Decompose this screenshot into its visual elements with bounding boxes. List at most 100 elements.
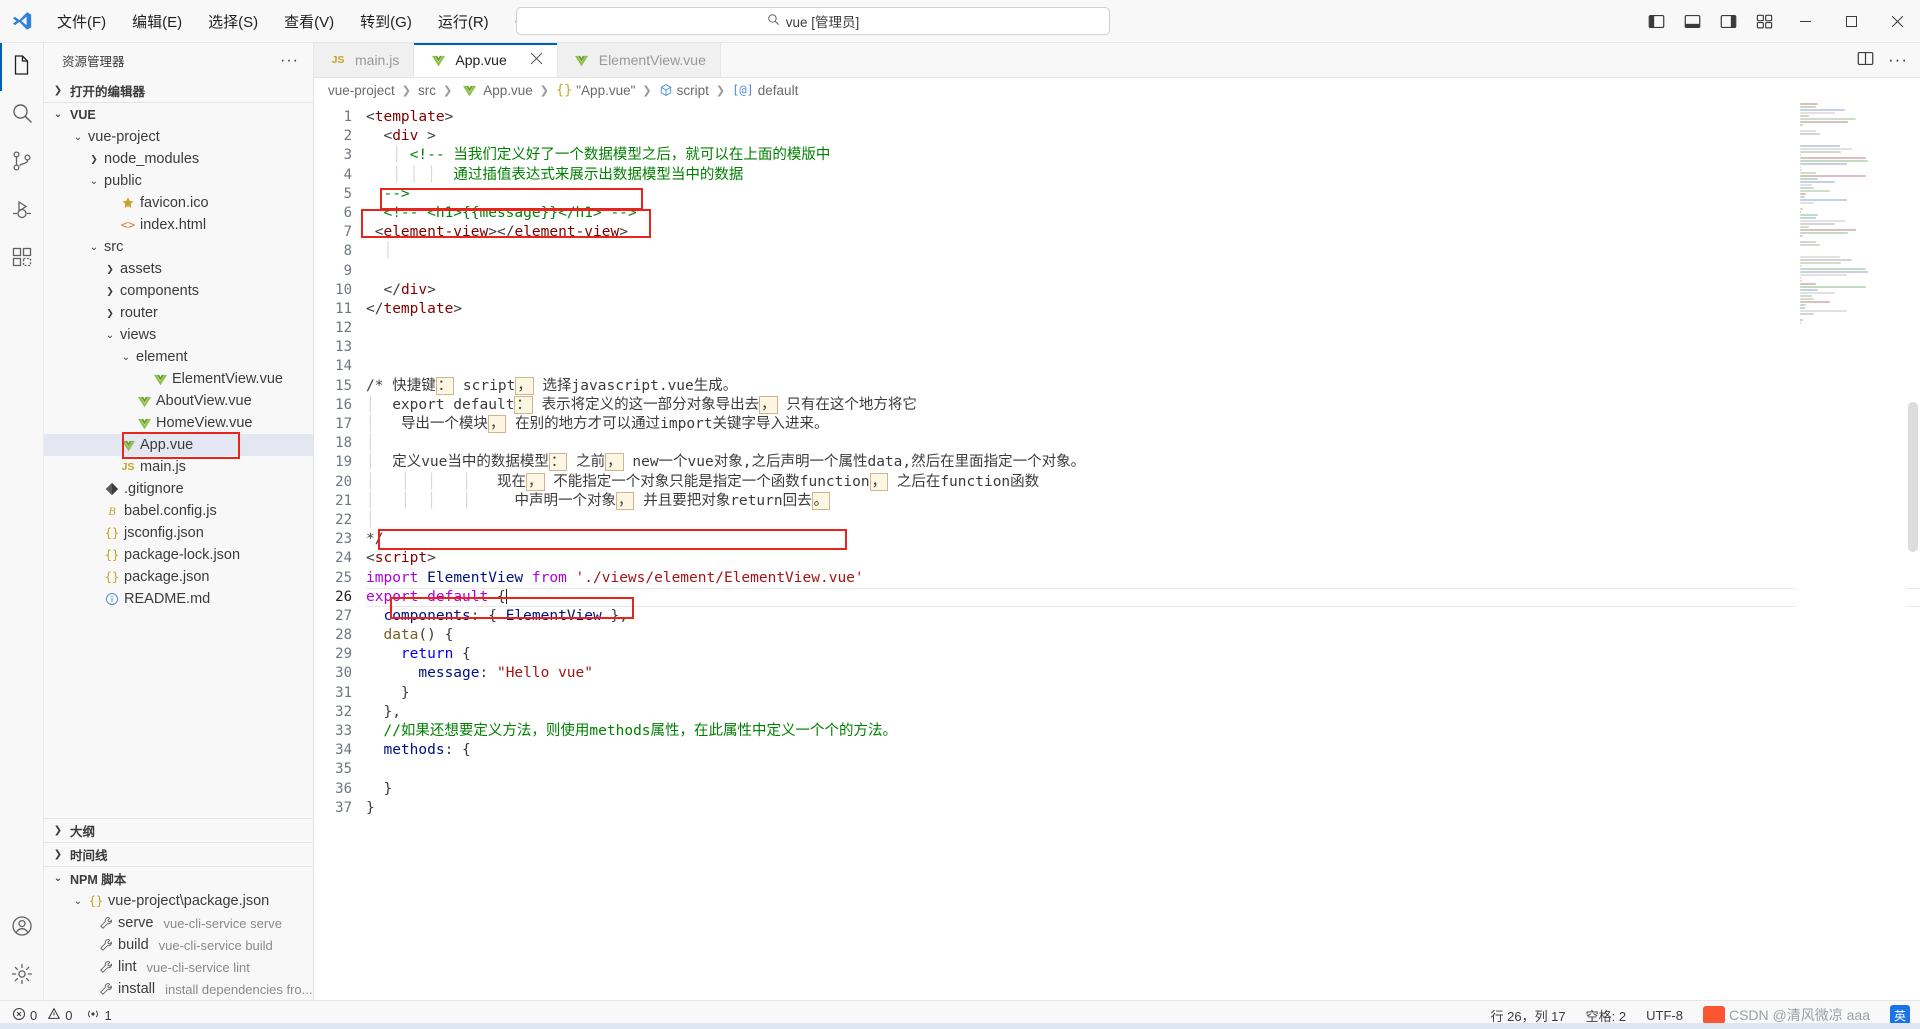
npm-scripts-tree[interactable]: ⌄{} vue-project\package.json serve vue-cli-… xyxy=(44,890,313,1000)
activity-extensions[interactable] xyxy=(0,235,44,283)
menu-edit[interactable]: 编辑(E) xyxy=(119,6,195,37)
tree-item-app-vue[interactable]: App.vue xyxy=(44,434,313,456)
command-center-search[interactable]: vue [管理员] xyxy=(516,7,1110,35)
tree-item-vue-project[interactable]: ⌄ vue-project xyxy=(44,126,313,148)
toggle-primary-sidebar-icon[interactable] xyxy=(1638,0,1674,43)
tree-item-package-json[interactable]: {} package.json xyxy=(44,566,313,588)
code-line-20[interactable]: │ │ │ │ 现在， 不能指定一个对象只能是指定一个函数function， 之… xyxy=(366,472,1920,492)
npm-script-build[interactable]: build vue-cli-service build xyxy=(44,934,313,956)
code-line-34[interactable]: methods: { xyxy=(366,741,1920,760)
code-line-3[interactable]: │ <!-- 当我们定义好了一个数据模型之后，就可以在上面的模版中 xyxy=(366,146,1920,165)
code-line-32[interactable]: }, xyxy=(366,703,1920,722)
code-line-1[interactable]: <template> xyxy=(366,108,1920,127)
tree-item-src[interactable]: ⌄ src xyxy=(44,236,313,258)
code-line-37[interactable]: } xyxy=(366,799,1920,818)
ime-indicator[interactable]: 英 xyxy=(1890,1005,1910,1025)
status-indentation[interactable]: 空格: 2 xyxy=(1586,1006,1626,1025)
code-line-30[interactable]: message: "Hello vue" xyxy=(366,664,1920,683)
code-line-31[interactable]: } xyxy=(366,684,1920,703)
code-line-28[interactable]: data() { xyxy=(366,626,1920,645)
code-line-9[interactable] xyxy=(366,262,1920,281)
code-line-21[interactable]: │ │ │ │ 中声明一个对象， 并且要把对象return回去。 xyxy=(366,491,1920,511)
npm-package-row[interactable]: ⌄ {} vue-project\package.json xyxy=(44,890,313,912)
activity-source-control[interactable] xyxy=(0,139,44,187)
tree-item-package-lock-json[interactable]: {} package-lock.json xyxy=(44,544,313,566)
code-line-4[interactable]: │ │ │ 通过插值表达式来展示出数据模型当中的数据 xyxy=(366,166,1920,185)
tree-item-components[interactable]: ❯ components xyxy=(44,280,313,302)
code-line-19[interactable]: │ 定义vue当中的数据模型： 之前， new一个vue对象,之后声明一个属性d… xyxy=(366,453,1920,472)
vertical-scrollbar[interactable] xyxy=(1908,402,1918,552)
code-line-15[interactable]: /* 快捷键： script， 选择javascript.vue生成。 xyxy=(366,376,1920,396)
code-line-29[interactable]: return { xyxy=(366,645,1920,664)
code-line-14[interactable] xyxy=(366,357,1920,376)
breadcrumb-item--app-vue-[interactable]: {} "App.vue" xyxy=(556,82,635,98)
code-line-36[interactable]: } xyxy=(366,780,1920,799)
editor-tabs[interactable]: JS main.js App.vue ElementView.vue ··· xyxy=(314,43,1920,78)
tree-item-readme-md[interactable]: README.md xyxy=(44,588,313,610)
tree-item-router[interactable]: ❯ router xyxy=(44,302,313,324)
tree-item-views[interactable]: ⌄ views xyxy=(44,324,313,346)
section-outline[interactable]: ❯ 大纲 xyxy=(44,818,313,842)
code-line-11[interactable]: </template> xyxy=(366,300,1920,319)
code-line-13[interactable] xyxy=(366,338,1920,357)
status-problems[interactable]: 0 0 xyxy=(12,1007,72,1024)
tree-item-favicon-ico[interactable]: favicon.ico xyxy=(44,192,313,214)
tree-item-main-js[interactable]: JS main.js xyxy=(44,456,313,478)
explorer-more-actions-icon[interactable]: ··· xyxy=(280,52,299,70)
status-ports[interactable]: 1 xyxy=(86,1007,112,1024)
breadcrumb-item-src[interactable]: src xyxy=(418,83,436,98)
menu-view[interactable]: 查看(V) xyxy=(271,6,347,37)
editor-tab-main-js[interactable]: JS main.js xyxy=(314,43,415,77)
tree-item--gitignore[interactable]: .gitignore xyxy=(44,478,313,500)
menu-run[interactable]: 运行(R) xyxy=(425,6,502,37)
code-line-33[interactable]: //如果还想要定义方法，则使用methods属性，在此属性中定义一个个的方法。 xyxy=(366,722,1920,741)
breadcrumb-item-script[interactable]: script xyxy=(659,83,709,98)
tree-item-assets[interactable]: ❯ assets xyxy=(44,258,313,280)
breadcrumb-item-app-vue[interactable]: App.vue xyxy=(459,83,533,98)
code-line-17[interactable]: │ 导出一个模块， 在别的地方才可以通过import关键字导入进来。 xyxy=(366,415,1920,434)
toggle-panel-icon[interactable] xyxy=(1674,0,1710,43)
code-line-2[interactable]: <div > xyxy=(366,127,1920,146)
tree-item-elementview-vue[interactable]: ElementView.vue xyxy=(44,368,313,390)
code-line-27[interactable]: components: { ElementView }, xyxy=(366,607,1920,626)
code-line-6[interactable]: <!-- <h1>{{message}}</h1> --> xyxy=(366,204,1920,223)
menu-selection[interactable]: 选择(S) xyxy=(195,6,271,37)
code-line-25[interactable]: import ElementView from './views/element… xyxy=(366,569,1920,588)
editor-tab-app-vue[interactable]: App.vue xyxy=(414,43,558,77)
menu-go[interactable]: 转到(G) xyxy=(347,6,425,37)
tree-item-homeview-vue[interactable]: HomeView.vue xyxy=(44,412,313,434)
maximize-button[interactable] xyxy=(1828,0,1874,43)
code-line-35[interactable] xyxy=(366,760,1920,779)
code-line-10[interactable]: </div> xyxy=(366,281,1920,300)
code-line-18[interactable]: │ xyxy=(366,434,1920,453)
code-line-24[interactable]: <script> xyxy=(366,549,1920,568)
code-line-7[interactable]: <element-view></element-view> xyxy=(366,223,1920,242)
menu-bar[interactable]: 文件(F) 编辑(E) 选择(S) 查看(V) 转到(G) 运行(R) ··· xyxy=(44,6,546,37)
editor-tab-elementview-vue[interactable]: ElementView.vue xyxy=(557,43,721,77)
code-line-26[interactable]: export default { xyxy=(366,587,1920,608)
code-line-8[interactable]: │ xyxy=(366,242,1920,261)
activity-accounts[interactable] xyxy=(0,904,44,952)
minimize-button[interactable] xyxy=(1782,0,1828,43)
code-line-5[interactable]: --> xyxy=(366,185,1920,204)
tree-item-element[interactable]: ⌄ element xyxy=(44,346,313,368)
activity-search[interactable] xyxy=(0,91,44,139)
file-tree[interactable]: ⌄ vue-project ❯ node_modules ⌄ public favicon.… xyxy=(44,126,313,818)
npm-script-serve[interactable]: serve vue-cli-service serve xyxy=(44,912,313,934)
npm-script-lint[interactable]: lint vue-cli-service lint xyxy=(44,956,313,978)
section-folder-vue[interactable]: ⌄ VUE xyxy=(44,102,313,126)
tree-item-jsconfig-json[interactable]: {} jsconfig.json xyxy=(44,522,313,544)
breadcrumb[interactable]: vue-project ❯ src ❯ App.vue ❯ {} "App.vue" ❯ scri… xyxy=(314,78,1920,102)
split-editor-icon[interactable] xyxy=(1857,50,1874,71)
tree-item-babel-config-js[interactable]: Bbabel.config.js xyxy=(44,500,313,522)
activity-run-debug[interactable] xyxy=(0,187,44,235)
more-actions-icon[interactable]: ··· xyxy=(1888,51,1908,68)
tree-item-node-modules[interactable]: ❯ node_modules xyxy=(44,148,313,170)
code-line-16[interactable]: │ export default： 表示将定义的这一部分对象导出去， 只有在这个… xyxy=(366,395,1920,415)
code-editor[interactable]: 1 2 3 4 5 6 7 8 9 10 11 12 13 14 15 16 17 18 19 20 21 22 23 24 2… xyxy=(314,102,1920,1000)
breadcrumb-item-default[interactable]: [@] default xyxy=(732,83,798,98)
tree-item-public[interactable]: ⌄ public xyxy=(44,170,313,192)
status-cursor-position[interactable]: 行 26，列 17 xyxy=(1491,1006,1566,1025)
code-line-22[interactable]: │ xyxy=(366,511,1920,530)
menu-file[interactable]: 文件(F) xyxy=(44,6,119,37)
